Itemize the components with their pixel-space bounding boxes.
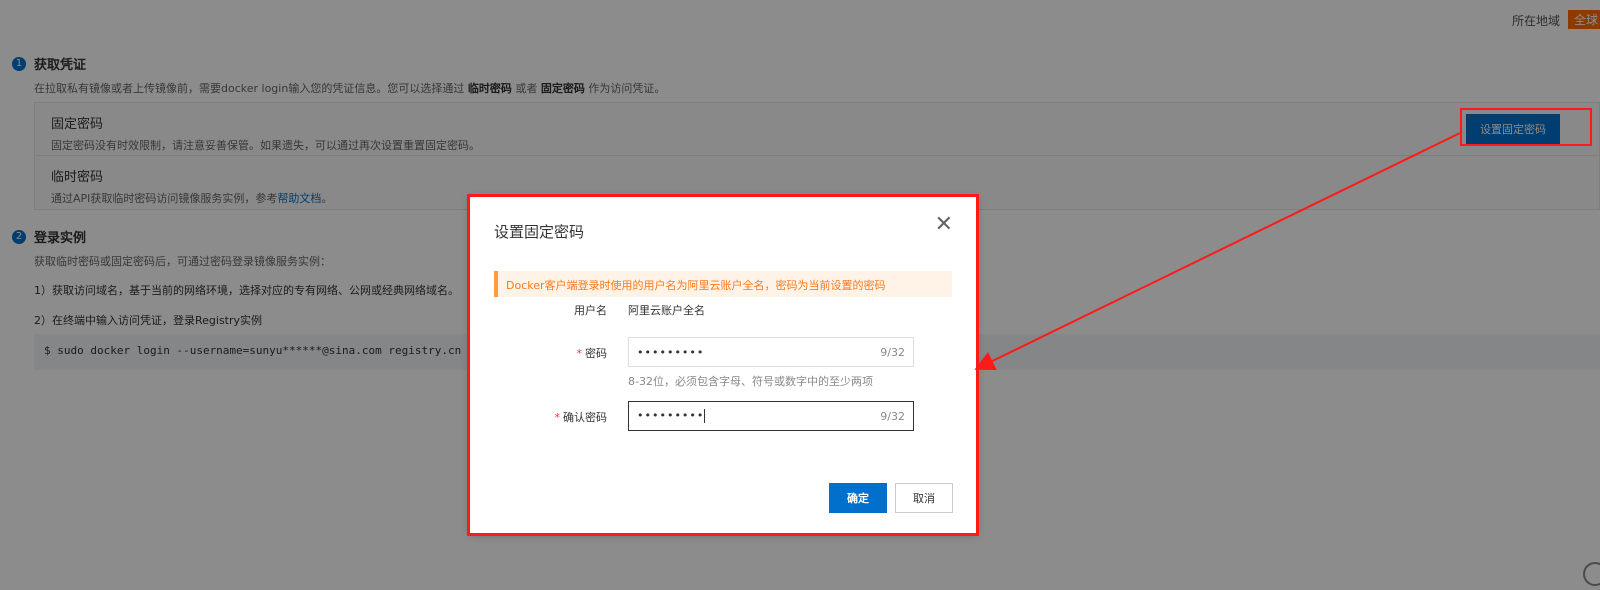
confirm-password-label: * 确认密码 bbox=[477, 409, 608, 425]
close-icon[interactable]: ✕ bbox=[935, 214, 953, 236]
password-hint: 8-32位，必须包含字母、符号或数字中的至少两项 bbox=[628, 375, 873, 388]
confirm-password-value: ••••••••• bbox=[637, 409, 880, 423]
required-mark: * bbox=[554, 411, 561, 424]
dialog-title: 设置固定密码 bbox=[494, 223, 585, 241]
password-input[interactable]: ••••••••• 9/32 bbox=[628, 337, 914, 367]
confirm-button[interactable]: 确定 bbox=[829, 483, 887, 513]
password-count: 9/32 bbox=[880, 345, 905, 359]
password-label: * 密码 bbox=[477, 345, 608, 361]
required-mark: * bbox=[576, 347, 583, 360]
confirm-password-input[interactable]: ••••••••• 9/32 bbox=[628, 401, 914, 431]
annotation-highlight-button bbox=[1460, 108, 1592, 146]
confirm-password-count: 9/32 bbox=[880, 409, 905, 423]
cancel-button[interactable]: 取消 bbox=[895, 483, 953, 513]
notice-banner: Docker客户端登录时使用的用户名为阿里云账户全名，密码为当前设置的密码 bbox=[494, 271, 952, 297]
confirm-label-text: 确认密码 bbox=[563, 411, 607, 424]
password-label-text: 密码 bbox=[585, 347, 607, 360]
username-value: 阿里云账户全名 bbox=[628, 304, 705, 317]
set-fixed-password-dialog: 设置固定密码 ✕ Docker客户端登录时使用的用户名为阿里云账户全名，密码为当… bbox=[469, 196, 977, 534]
username-label: 用户名 bbox=[574, 304, 607, 317]
text-caret bbox=[704, 409, 706, 423]
confirm-dots: ••••••••• bbox=[637, 409, 705, 422]
password-value: ••••••••• bbox=[637, 345, 705, 359]
